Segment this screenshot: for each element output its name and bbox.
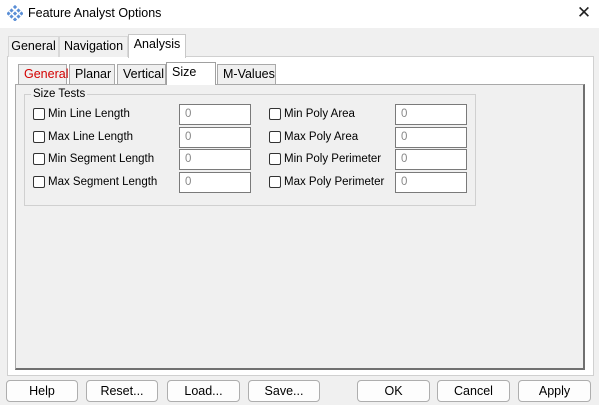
min-poly-perimeter-field[interactable]: 0 <box>395 149 467 170</box>
help-button[interactable]: Help <box>6 380 78 402</box>
min-poly-area-field[interactable]: 0 <box>395 104 467 125</box>
max-segment-length-field[interactable]: 0 <box>179 172 251 193</box>
min-poly-perimeter-checkbox[interactable] <box>269 153 281 165</box>
tab-analysis-general[interactable]: General <box>18 64 68 84</box>
ok-button[interactable]: OK <box>357 380 430 402</box>
load-button[interactable]: Load... <box>167 380 240 402</box>
tab-navigation[interactable]: Navigation <box>59 36 128 57</box>
min-poly-area-label: Min Poly Area <box>284 108 355 120</box>
tab-m-values[interactable]: M-Values <box>217 64 276 84</box>
save-button[interactable]: Save... <box>248 380 320 402</box>
max-segment-length-label: Max Segment Length <box>48 176 158 188</box>
tab-planar[interactable]: Planar <box>69 64 115 84</box>
max-poly-perimeter-field[interactable]: 0 <box>395 172 467 193</box>
min-line-length-field[interactable]: 0 <box>179 104 251 125</box>
max-segment-length-checkbox[interactable] <box>33 176 45 188</box>
max-poly-area-label: Max Poly Area <box>284 131 359 143</box>
max-poly-area-field[interactable]: 0 <box>395 127 467 148</box>
close-icon[interactable]: ✕ <box>571 2 597 24</box>
min-line-length-label: Min Line Length <box>48 108 130 120</box>
tab-analysis[interactable]: Analysis <box>128 34 186 58</box>
app-icon <box>6 4 24 22</box>
min-line-length-checkbox[interactable] <box>33 108 45 120</box>
apply-button[interactable]: Apply <box>518 380 591 402</box>
tab-general[interactable]: General <box>8 36 59 57</box>
min-segment-length-checkbox[interactable] <box>33 153 45 165</box>
window-title: Feature Analyst Options <box>28 6 162 20</box>
max-line-length-checkbox[interactable] <box>33 131 45 143</box>
max-poly-perimeter-checkbox[interactable] <box>269 176 281 188</box>
min-segment-length-label: Min Segment Length <box>48 153 155 165</box>
max-poly-perimeter-label: Max Poly Perimeter <box>284 176 385 188</box>
size-tests-label: Size Tests <box>31 88 88 100</box>
tab-vertical[interactable]: Vertical <box>117 64 166 84</box>
reset-button[interactable]: Reset... <box>86 380 158 402</box>
max-line-length-field[interactable]: 0 <box>179 127 251 148</box>
cancel-button[interactable]: Cancel <box>437 380 510 402</box>
min-poly-perimeter-label: Min Poly Perimeter <box>284 153 382 165</box>
tab-size[interactable]: Size <box>166 62 216 85</box>
max-poly-area-checkbox[interactable] <box>269 131 281 143</box>
max-line-length-label: Max Line Length <box>48 131 134 143</box>
min-segment-length-field[interactable]: 0 <box>179 149 251 170</box>
min-poly-area-checkbox[interactable] <box>269 108 281 120</box>
